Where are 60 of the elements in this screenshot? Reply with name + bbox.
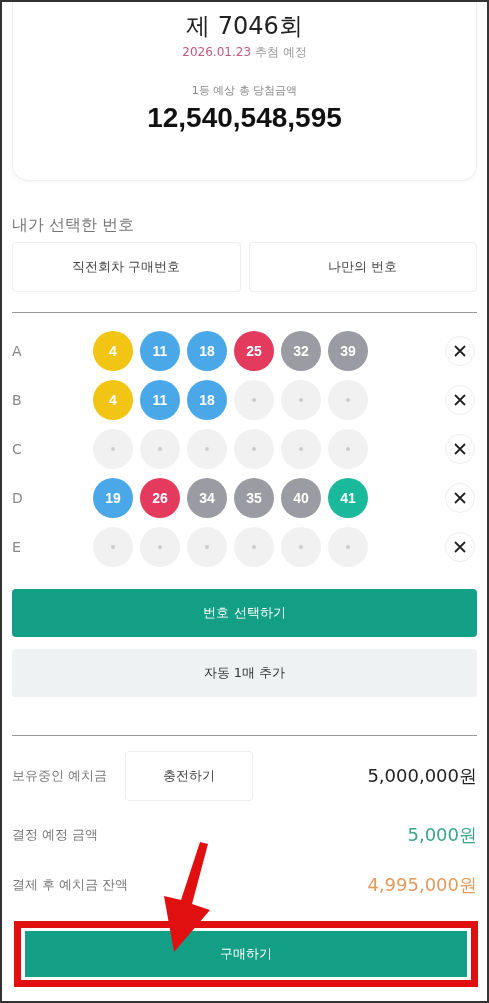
lotto-ball: 18 bbox=[187, 331, 227, 371]
lotto-ball: 26 bbox=[140, 478, 180, 518]
lotto-ball: 34 bbox=[187, 478, 227, 518]
empty-ball bbox=[234, 380, 274, 420]
close-button[interactable] bbox=[445, 532, 475, 562]
lotto-ball: 40 bbox=[281, 478, 321, 518]
empty-ball bbox=[234, 527, 274, 567]
empty-ball bbox=[281, 527, 321, 567]
lotto-ball: 32 bbox=[281, 331, 321, 371]
game-label: D bbox=[12, 490, 24, 506]
empty-ball bbox=[281, 429, 321, 469]
balance-value: 5,000,000원 bbox=[367, 764, 477, 788]
lotto-ball: 18 bbox=[187, 380, 227, 420]
empty-ball bbox=[234, 429, 274, 469]
game-label: A bbox=[12, 343, 23, 359]
close-button[interactable] bbox=[445, 434, 475, 464]
auto-add-button[interactable]: 자동 1매 추가 bbox=[12, 649, 477, 697]
lotto-ball: 11 bbox=[140, 331, 180, 371]
lotto-ball: 41 bbox=[328, 478, 368, 518]
prize-amount: 12,540,548,595 bbox=[147, 102, 342, 134]
empty-ball bbox=[93, 429, 133, 469]
close-icon bbox=[453, 442, 467, 456]
lotto-ball: 11 bbox=[140, 380, 180, 420]
lotto-ball: 35 bbox=[234, 478, 274, 518]
amount-label: 결정 예정 금액 bbox=[12, 826, 99, 844]
close-icon bbox=[453, 491, 467, 505]
remaining-value: 4,995,000원 bbox=[367, 873, 477, 897]
lotto-ball: 39 bbox=[328, 331, 368, 371]
draw-date: 2026.01.23 추첨 예정 bbox=[182, 44, 307, 61]
empty-ball bbox=[328, 527, 368, 567]
close-button[interactable] bbox=[445, 336, 475, 366]
lotto-ball: 4 bbox=[93, 380, 133, 420]
close-icon bbox=[453, 393, 467, 407]
number-source-tab[interactable]: 직전회차 구매번호 bbox=[12, 242, 241, 292]
empty-ball bbox=[328, 429, 368, 469]
remaining-label: 결제 후 예치금 잔액 bbox=[12, 876, 129, 894]
game-label: E bbox=[12, 539, 22, 555]
empty-ball bbox=[140, 429, 180, 469]
close-icon bbox=[453, 344, 467, 358]
game-label: B bbox=[12, 392, 23, 408]
prize-label: 1등 예상 총 당첨금액 bbox=[191, 83, 298, 98]
balance-label: 보유중인 예치금 bbox=[12, 767, 108, 785]
game-label: C bbox=[12, 441, 23, 457]
lotto-ball: 4 bbox=[93, 331, 133, 371]
draw-round: 제 7046회 bbox=[186, 11, 303, 42]
close-icon bbox=[453, 540, 467, 554]
charge-button[interactable]: 충전하기 bbox=[125, 751, 254, 801]
lotto-ball: 25 bbox=[234, 331, 274, 371]
lotto-ball: 19 bbox=[93, 478, 133, 518]
section-title: 내가 선택한 번호 bbox=[12, 215, 136, 236]
empty-ball bbox=[93, 527, 133, 567]
close-button[interactable] bbox=[445, 385, 475, 415]
empty-ball bbox=[187, 527, 227, 567]
amount-value: 5,000원 bbox=[407, 823, 477, 847]
empty-ball bbox=[328, 380, 368, 420]
empty-ball bbox=[281, 380, 321, 420]
close-button[interactable] bbox=[445, 483, 475, 513]
empty-ball bbox=[140, 527, 180, 567]
number-source-tab[interactable]: 나만의 번호 bbox=[248, 242, 477, 292]
empty-ball bbox=[187, 429, 227, 469]
